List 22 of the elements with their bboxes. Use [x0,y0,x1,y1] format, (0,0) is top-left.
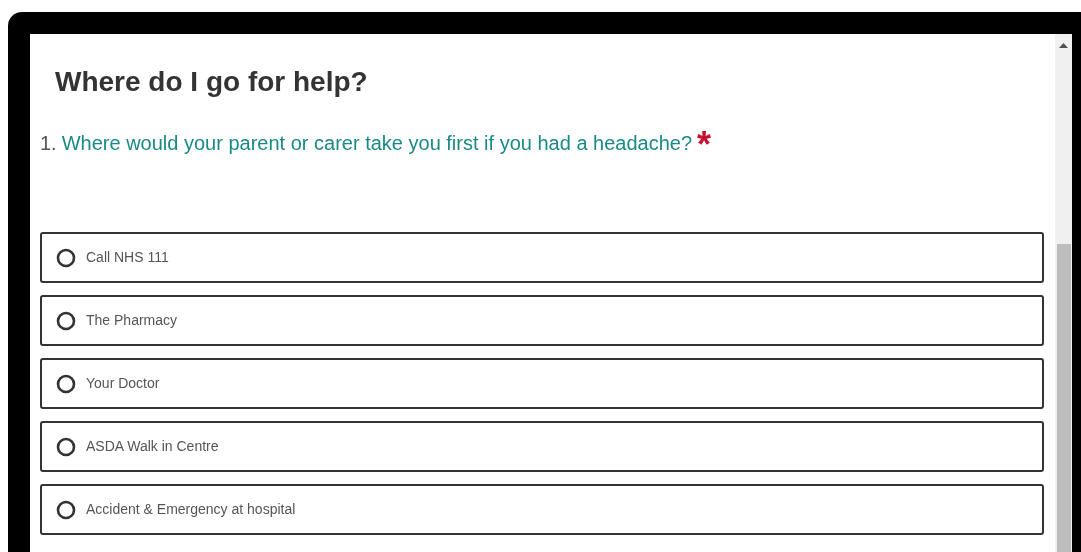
answer-option[interactable]: The Pharmacy [40,295,1044,346]
scroll-up-icon[interactable] [1059,43,1068,48]
radio-button[interactable] [56,436,76,457]
option-label: ASDA Walk in Centre [86,437,219,456]
scrollbar[interactable] [1055,34,1072,552]
radio-button[interactable] [56,247,76,268]
question-number: 1. [40,131,57,156]
radio-button[interactable] [56,373,76,394]
answer-option[interactable]: Your Doctor [40,358,1044,409]
radio-button[interactable] [56,310,76,331]
page-title: Where do I go for help? [55,66,368,98]
scrollbar-thumb[interactable] [1056,244,1071,552]
answer-option[interactable]: ASDA Walk in Centre [40,421,1044,472]
answer-option[interactable]: Call NHS 111 [40,232,1044,283]
option-label: Your Doctor [86,374,160,393]
radio-button[interactable] [56,499,76,520]
option-label: The Pharmacy [86,311,178,330]
answer-option[interactable]: Accident & Emergency at hospital [40,484,1044,535]
question-text: Where would your parent or carer take you first if you had a headache? [61,131,693,156]
option-label: Call NHS 111 [86,248,169,267]
required-mark: * [697,130,712,160]
option-label: Accident & Emergency at hospital [86,500,296,519]
